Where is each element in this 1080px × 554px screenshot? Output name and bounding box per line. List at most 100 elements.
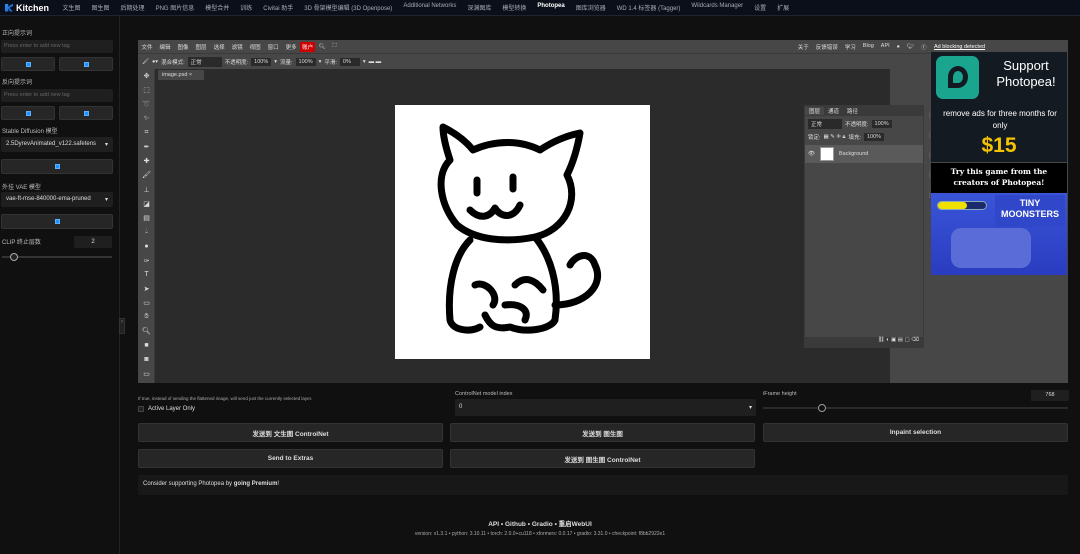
- menu-item[interactable]: 滤镜: [228, 43, 246, 51]
- send-img2img-button[interactable]: 发送到 图生图: [450, 423, 755, 442]
- type-tool-icon[interactable]: T: [138, 268, 155, 282]
- iframe-slider-handle[interactable]: [817, 404, 826, 412]
- nav-tab[interactable]: 模型转换: [497, 3, 532, 12]
- negative-clear-button[interactable]: [59, 106, 113, 120]
- nav-tab[interactable]: 扩展: [772, 3, 795, 12]
- footer-link[interactable]: API: [488, 521, 499, 528]
- search-icon[interactable]: 🔍︎: [315, 44, 329, 50]
- header-link[interactable]: API: [877, 43, 893, 51]
- crop-tool-icon[interactable]: ⌗: [138, 126, 155, 140]
- path-select-icon[interactable]: ➤: [138, 282, 155, 296]
- refresh-vae-button[interactable]: [1, 214, 113, 229]
- send-txt2img-controlnet-button[interactable]: 发送到 文生图 ControlNet: [138, 423, 443, 442]
- nav-tab[interactable]: 图生图: [86, 3, 115, 12]
- menu-item[interactable]: 选择: [210, 43, 228, 51]
- blend-mode-select[interactable]: 正常: [187, 56, 222, 67]
- hand-tool-icon[interactable]: ✋︎: [138, 310, 155, 324]
- nav-tab[interactable]: 图库浏览器: [570, 3, 611, 12]
- nav-tab[interactable]: 深渊图库: [462, 3, 497, 12]
- clip-slider-handle[interactable]: [10, 253, 18, 261]
- game-ad-image[interactable]: TINY MOONSTERS: [931, 193, 1067, 275]
- nav-tab[interactable]: 设置: [749, 3, 772, 12]
- nav-tab[interactable]: Additional Networks: [398, 3, 462, 12]
- footer-link[interactable]: 重启WebUI: [559, 521, 592, 528]
- fill-input[interactable]: 100%: [864, 133, 885, 141]
- header-link[interactable]: 关于: [794, 43, 812, 51]
- dodge-icon[interactable]: ●: [138, 239, 155, 253]
- nav-tab[interactable]: 3D 骨架模型编辑 (3D Openpose): [299, 3, 398, 12]
- facebook-icon[interactable]: ⓕ: [917, 43, 930, 51]
- eye-icon[interactable]: 👁︎: [808, 151, 815, 157]
- fullscreen-icon[interactable]: ⛶: [329, 43, 340, 50]
- layer-blend-select[interactable]: 正常: [808, 119, 842, 129]
- brush-tool-icon[interactable]: 🖌︎: [142, 59, 149, 65]
- refresh-model-button[interactable]: [1, 159, 113, 174]
- healing-brush-icon[interactable]: ✚: [138, 154, 155, 168]
- premium-link[interactable]: going Premium: [234, 481, 278, 487]
- footer-link[interactable]: Github: [505, 521, 526, 528]
- menu-item[interactable]: 视图: [246, 43, 264, 51]
- menu-item[interactable]: 文件: [138, 43, 156, 51]
- vae-select[interactable]: vae-ft-mse-840000-ema-pruned ▾: [1, 192, 113, 207]
- layers-panel-tab[interactable]: 路径: [843, 107, 862, 115]
- canvas[interactable]: [395, 105, 650, 359]
- support-ad[interactable]: Support Photopea! remove ads for three m…: [931, 52, 1067, 162]
- nav-tab[interactable]: 模型合并: [200, 3, 235, 12]
- document-tab[interactable]: image.psd ×: [158, 70, 204, 80]
- pen-tool-icon[interactable]: ✑: [138, 253, 155, 267]
- menu-item[interactable]: 图像: [174, 43, 192, 51]
- layer-row[interactable]: 👁︎ Background: [805, 145, 923, 163]
- lasso-tool-icon[interactable]: ➰: [138, 97, 155, 111]
- checkbox[interactable]: [138, 406, 144, 412]
- active-layer-checkbox[interactable]: Active Layer Only: [138, 406, 195, 412]
- flow-input[interactable]: 100%: [295, 57, 316, 66]
- game-ad-text[interactable]: Try this game from the creators of Photo…: [931, 163, 1067, 193]
- pressure-icon[interactable]: ▬ ▬: [369, 59, 382, 65]
- cn-index-select[interactable]: 0 ▾: [455, 399, 756, 416]
- app-logo[interactable]: Kitchen: [0, 3, 57, 13]
- clip-value-input[interactable]: 2: [74, 236, 112, 248]
- nav-tab[interactable]: WD 1.4 标签器 (Tagger): [611, 3, 686, 12]
- screen-mode-icon[interactable]: ▭: [138, 367, 155, 381]
- close-icon[interactable]: ×: [189, 72, 192, 78]
- header-link[interactable]: 学习: [841, 43, 859, 51]
- layers-panel-tab[interactable]: 图层: [805, 107, 825, 115]
- iframe-height-slider[interactable]: [763, 407, 1068, 409]
- inpaint-selection-button[interactable]: Inpaint selection: [763, 423, 1068, 442]
- ad-blocking-notice[interactable]: Ad blocking detected: [930, 40, 1068, 52]
- smooth-input[interactable]: 0%: [339, 57, 360, 66]
- nav-tab[interactable]: 后期处理: [115, 3, 150, 12]
- gradient-icon[interactable]: ▤: [138, 211, 155, 225]
- twitter-icon[interactable]: 🐦︎: [904, 44, 918, 50]
- clip-slider[interactable]: [2, 256, 112, 258]
- layers-panel-tab[interactable]: 通道: [824, 107, 843, 115]
- nav-tab[interactable]: Wildcards Manager: [686, 3, 749, 12]
- layer-opacity-input[interactable]: 100%: [871, 120, 892, 128]
- color-swatch-icon[interactable]: ■: [138, 339, 155, 353]
- eraser-icon[interactable]: ◪: [138, 197, 155, 211]
- sidebar-collapse-button[interactable]: ‹: [119, 318, 125, 334]
- blur-icon[interactable]: 💧︎: [138, 225, 155, 239]
- header-link[interactable]: Blog: [859, 43, 877, 51]
- nav-tab[interactable]: 训练: [235, 3, 258, 12]
- positive-clear-button[interactable]: [59, 57, 113, 71]
- account-button[interactable]: 账户: [300, 41, 316, 52]
- eyedropper-icon[interactable]: ✒: [138, 140, 155, 154]
- magic-wand-icon[interactable]: ✨︎: [138, 112, 155, 126]
- nav-tab[interactable]: PNG 图片信息: [150, 3, 200, 12]
- sd-model-select[interactable]: 2.5DyrevAnimated_v122.safetens ▾: [1, 137, 113, 152]
- lock-icons[interactable]: ▦ ✎ ✛ 🔒︎: [824, 134, 846, 141]
- move-tool-icon[interactable]: ✥: [138, 69, 155, 83]
- menu-item[interactable]: 编辑: [156, 43, 174, 51]
- send-img2img-controlnet-button[interactable]: 发送到 图生图 ControlNet: [450, 449, 755, 468]
- negative-paste-button[interactable]: [1, 106, 55, 120]
- opacity-input[interactable]: 100%: [251, 57, 272, 66]
- quick-mask-icon[interactable]: ◙: [138, 353, 155, 367]
- negative-prompt-input[interactable]: Press enter to add new tag: [1, 89, 113, 102]
- reddit-icon[interactable]: ●: [893, 44, 903, 50]
- nav-tab[interactable]: 文生图: [57, 3, 86, 12]
- menu-item[interactable]: 窗口: [264, 43, 282, 51]
- zoom-tool-icon[interactable]: 🔍︎: [138, 324, 155, 338]
- marquee-tool-icon[interactable]: ⬚: [138, 83, 155, 97]
- brush-size-icon[interactable]: ●▾: [152, 59, 158, 65]
